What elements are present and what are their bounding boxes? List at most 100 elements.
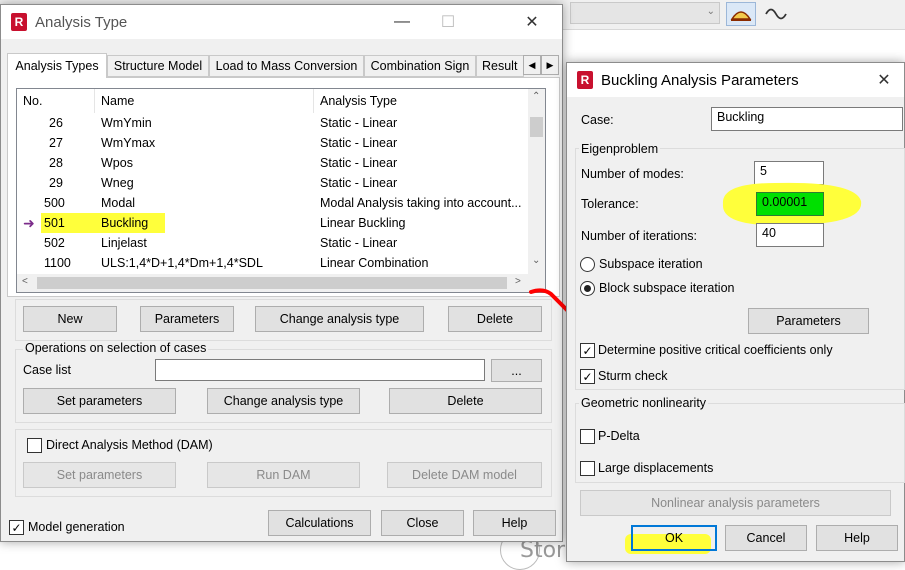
close-button[interactable]: ✕ (861, 63, 905, 97)
maximize-button[interactable]: ☐ (425, 5, 471, 39)
help-button[interactable]: Help (473, 510, 556, 536)
modes-label: Number of modes: (581, 167, 684, 181)
table-row[interactable]: 1100 ULS:1,4*D+1,4*Dm+1,4*SDL Linear Com… (17, 253, 527, 273)
window-title: Buckling Analysis Parameters (601, 71, 799, 89)
change-analysis-type-selection-button[interactable]: Change analysis type (207, 388, 360, 414)
minimize-button[interactable]: — (379, 5, 425, 39)
tab-combination-sign[interactable]: Combination Sign (364, 55, 476, 77)
close-button[interactable]: ✕ (509, 5, 555, 39)
cancel-button[interactable]: Cancel (725, 525, 807, 551)
chevron-left-icon[interactable]: < (22, 276, 28, 287)
arrow-right-icon: ➜ (23, 214, 35, 231)
cell-type: Static - Linear (320, 136, 398, 150)
cell-type: Modal Analysis taking into account... (320, 196, 522, 210)
table-row[interactable]: 502 Linjelast Static - Linear (17, 233, 527, 253)
cell-no: 28 (49, 156, 63, 170)
delete-selection-button[interactable]: Delete (389, 388, 542, 414)
new-button[interactable]: New (23, 306, 117, 332)
table-row[interactable]: 29 Wneg Static - Linear (17, 173, 527, 193)
subspace-label: Subspace iteration (599, 257, 703, 271)
cell-no: 500 (44, 196, 65, 210)
cell-no: 27 (49, 136, 63, 150)
cell-name: Linjelast (101, 236, 147, 250)
titlebar: R Analysis Type — ☐ ✕ (1, 5, 562, 39)
positive-coefficients-label: Determine positive critical coefficients… (598, 343, 833, 357)
table-row[interactable]: 500 Modal Modal Analysis taking into acc… (17, 193, 527, 213)
cell-type: Linear Buckling (320, 216, 406, 230)
column-header-analysis-type[interactable]: Analysis Type (314, 89, 531, 113)
sturm-check-label: Sturm check (598, 369, 668, 383)
window-title: Analysis Type (35, 13, 128, 31)
tolerance-label: Tolerance: (581, 197, 639, 211)
change-analysis-type-button[interactable]: Change analysis type (255, 306, 424, 332)
vertical-scrollbar[interactable]: ⌃ ⌄ (528, 89, 545, 275)
chevron-right-icon[interactable]: > (515, 276, 521, 287)
help-button[interactable]: Help (816, 525, 898, 551)
chevron-up-icon[interactable]: ⌃ (532, 91, 540, 102)
delete-dam-model-button[interactable]: Delete DAM model (387, 462, 542, 488)
tolerance-field[interactable]: 0.00001 (756, 192, 824, 216)
iterations-field[interactable]: 40 (756, 223, 824, 247)
run-dam-button[interactable]: Run DAM (207, 462, 360, 488)
chevron-down-icon[interactable]: ⌄ (532, 255, 540, 266)
load-icon[interactable] (726, 2, 756, 26)
cell-type: Static - Linear (320, 116, 398, 130)
cell-no: 26 (49, 116, 63, 130)
table-row[interactable]: 26 WmYmin Static - Linear (17, 113, 527, 133)
scroll-thumb[interactable] (530, 117, 543, 137)
tab-load-to-mass[interactable]: Load to Mass Conversion (209, 55, 364, 77)
set-parameters-button[interactable]: Set parameters (23, 388, 176, 414)
horizontal-scrollbar[interactable]: < > (17, 274, 545, 292)
column-header-name[interactable]: Name (95, 89, 314, 113)
cell-type: Linear Combination (320, 256, 429, 270)
iterations-label: Number of iterations: (581, 229, 698, 243)
model-generation-checkbox[interactable]: ✓ (9, 520, 24, 535)
tab-scroll-right-icon[interactable]: ▶ (541, 55, 559, 75)
cell-type: Static - Linear (320, 156, 398, 170)
cell-type: Static - Linear (320, 236, 398, 250)
wave-icon[interactable] (762, 2, 790, 26)
case-field[interactable]: Buckling (711, 107, 903, 131)
large-displacements-checkbox[interactable] (580, 461, 595, 476)
cell-no: 501 (41, 213, 102, 233)
table-row[interactable]: 27 WmYmax Static - Linear (17, 133, 527, 153)
tab-scroll-left-icon[interactable]: ◀ (523, 55, 541, 75)
tab-analysis-types[interactable]: Analysis Types (7, 53, 107, 78)
scroll-thumb[interactable] (37, 277, 507, 289)
robot-app-icon: R (11, 13, 27, 31)
nonlinear-parameters-button[interactable]: Nonlinear analysis parameters (580, 490, 891, 516)
tab-structure-model[interactable]: Structure Model (107, 55, 209, 77)
parameters-button[interactable]: Parameters (748, 308, 869, 334)
block-subspace-radio[interactable] (580, 281, 595, 296)
model-generation-label: Model generation (28, 520, 125, 534)
close-dialog-button[interactable]: Close (381, 510, 464, 536)
sturm-check-checkbox[interactable]: ✓ (580, 369, 595, 384)
ok-button[interactable]: OK (631, 525, 717, 551)
block-subspace-label: Block subspace iteration (599, 281, 735, 295)
browse-button[interactable]: ... (491, 359, 542, 382)
tab-result[interactable]: Result (476, 55, 524, 77)
geometric-nonlinearity-title: Geometric nonlinearity (579, 396, 709, 410)
pdelta-checkbox[interactable] (580, 429, 595, 444)
case-list-input[interactable] (155, 359, 485, 381)
analysis-type-window: R Analysis Type — ☐ ✕ Analysis Types Str… (0, 4, 563, 542)
positive-coefficients-checkbox[interactable]: ✓ (580, 343, 595, 358)
cell-name: Wpos (101, 156, 133, 170)
table-row[interactable]: 28 Wpos Static - Linear (17, 153, 527, 173)
column-header-no[interactable]: No. (17, 89, 95, 113)
cell-name: Modal (101, 196, 136, 210)
table-row-selected[interactable]: ➜ 501 Buckling Linear Buckling (17, 213, 527, 233)
large-displacements-label: Large displacements (598, 461, 714, 475)
calculations-button[interactable]: Calculations (268, 510, 371, 536)
cell-name: WmYmax (101, 136, 156, 150)
cell-no: 29 (49, 176, 63, 190)
chevron-down-icon: ⌄ (706, 6, 715, 17)
cell-name: Buckling (101, 213, 165, 233)
background-combo[interactable]: ⌄ (570, 2, 720, 24)
subspace-radio[interactable] (580, 257, 595, 272)
robot-app-icon: R (577, 71, 593, 89)
dam-checkbox[interactable] (27, 438, 42, 453)
cases-list[interactable]: No. Name Analysis Type 26 WmYmin Static … (16, 88, 546, 293)
dam-set-parameters-button[interactable]: Set parameters (23, 462, 176, 488)
parameters-button[interactable]: Parameters (140, 306, 234, 332)
